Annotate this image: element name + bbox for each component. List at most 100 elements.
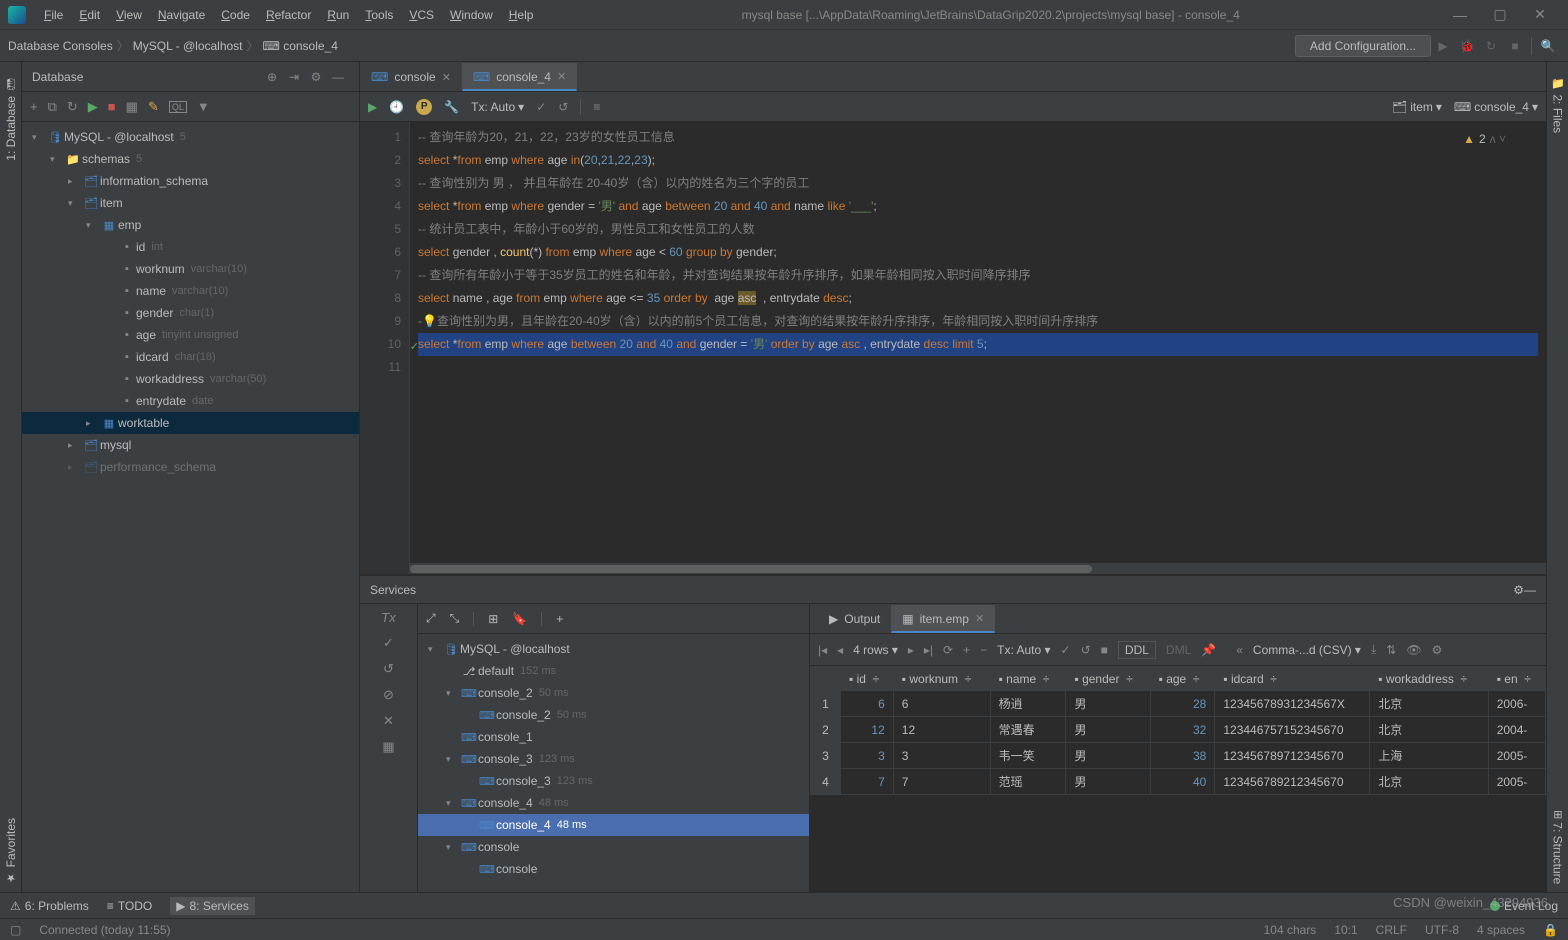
- tree-row[interactable]: ▸▦worktable: [22, 412, 359, 434]
- stop-db-icon[interactable]: ■: [108, 99, 116, 114]
- column-header[interactable]: ▪ name ÷: [990, 667, 1066, 691]
- menu-file[interactable]: File: [36, 4, 71, 26]
- add-row-icon[interactable]: +: [963, 643, 970, 657]
- tree-row[interactable]: ▪idint: [22, 236, 359, 258]
- schema-combo[interactable]: 🗂 item ▾: [1392, 100, 1442, 114]
- bookmark-icon[interactable]: 🔖: [512, 612, 527, 626]
- structure-tool-tab[interactable]: ⊞ 7: Structure: [1549, 802, 1567, 892]
- refresh-icon[interactable]: ↻: [67, 99, 78, 115]
- breadcrumb-item[interactable]: Database Consoles: [8, 39, 113, 53]
- menu-run[interactable]: Run: [319, 4, 357, 26]
- column-header[interactable]: ▪ idcard ÷: [1215, 667, 1370, 691]
- tree-row[interactable]: ▪idcardchar(18): [22, 346, 359, 368]
- service-tree-row[interactable]: ▾⌨console: [418, 836, 809, 858]
- favorites-tool-tab[interactable]: ★ Favorites: [2, 810, 20, 892]
- result-tab[interactable]: ▶Output: [818, 605, 891, 633]
- history-icon[interactable]: 🕘: [389, 100, 404, 114]
- rerun-icon[interactable]: ↻: [1479, 39, 1503, 53]
- editor-tab[interactable]: ⌨console✕: [360, 63, 462, 91]
- tree-row[interactable]: ▾▦emp: [22, 214, 359, 236]
- result-tx-combo[interactable]: Tx: Auto ▾: [997, 643, 1050, 657]
- problems-tab[interactable]: ⚠ 6: Problems: [10, 899, 89, 913]
- menu-vcs[interactable]: VCS: [401, 4, 442, 26]
- reload-icon[interactable]: ⟳: [943, 643, 953, 657]
- collapse-all-icon[interactable]: ⤡: [450, 611, 460, 626]
- editor-tab[interactable]: ⌨console_4✕: [462, 63, 577, 91]
- tree-row[interactable]: ▾🛢MySQL - @localhost5: [22, 126, 359, 148]
- collapse-icon[interactable]: ⇥: [283, 70, 305, 84]
- service-tree-row[interactable]: ▾⌨console_3123 ms: [418, 748, 809, 770]
- view-icon[interactable]: 👁: [1406, 643, 1421, 657]
- close-button[interactable]: ✕: [1520, 6, 1560, 23]
- pin-icon[interactable]: 📌: [1201, 643, 1216, 657]
- menu-window[interactable]: Window: [442, 4, 501, 26]
- status-lock-icon[interactable]: 🔒: [1543, 923, 1558, 937]
- group-icon[interactable]: ⊞: [488, 612, 498, 626]
- service-tree-row[interactable]: ⌨console_1: [418, 726, 809, 748]
- service-tree-row[interactable]: ▾🛢MySQL - @localhost: [418, 638, 809, 660]
- prev-page-icon[interactable]: ◂: [837, 643, 843, 657]
- column-header[interactable]: ▪ workaddress ÷: [1370, 667, 1488, 691]
- add-configuration-button[interactable]: Add Configuration...: [1295, 35, 1431, 57]
- result-commit-icon[interactable]: ✓: [1061, 643, 1071, 657]
- service-tree-row[interactable]: ⌨console_448 ms: [418, 814, 809, 836]
- status-crlf[interactable]: CRLF: [1376, 923, 1407, 937]
- tree-row[interactable]: ▪namevarchar(10): [22, 280, 359, 302]
- tree-row[interactable]: ▾📁schemas5: [22, 148, 359, 170]
- table-row[interactable]: 166杨逍男2812345678931234567X北京2006-: [811, 691, 1546, 717]
- tx-mode-combo[interactable]: Tx: Auto ▾: [471, 100, 524, 114]
- menu-edit[interactable]: Edit: [71, 4, 108, 26]
- menu-view[interactable]: View: [108, 4, 150, 26]
- services-tab[interactable]: ▶ 8: Services: [170, 897, 255, 915]
- first-page-icon[interactable]: |◂: [818, 643, 827, 657]
- result-tab[interactable]: ▦item.emp✕: [891, 605, 995, 633]
- tree-row[interactable]: ▸🗂performance_schema: [22, 456, 359, 478]
- format-icon[interactable]: ≡: [593, 100, 600, 114]
- tree-row[interactable]: ▾🗂item: [22, 192, 359, 214]
- tree-row[interactable]: ▪entrydatedate: [22, 390, 359, 412]
- svc-rollback-icon[interactable]: ↺: [383, 661, 394, 677]
- session-combo[interactable]: ⌨ console_4 ▾: [1454, 100, 1538, 114]
- ddl-button[interactable]: DDL: [1118, 641, 1156, 659]
- tree-row[interactable]: ▸🗂information_schema: [22, 170, 359, 192]
- menu-refactor[interactable]: Refactor: [258, 4, 319, 26]
- rollback-icon[interactable]: ↺: [558, 100, 568, 114]
- commit-icon[interactable]: ✓: [536, 100, 546, 114]
- execute-icon[interactable]: ▶: [88, 99, 98, 115]
- svc-commit-icon[interactable]: ✓: [383, 635, 394, 651]
- todo-tab[interactable]: ≡ TODO: [107, 899, 152, 913]
- search-icon[interactable]: 🔍: [1536, 39, 1560, 53]
- menu-code[interactable]: Code: [213, 4, 258, 26]
- service-tree-row[interactable]: ⌨console_250 ms: [418, 704, 809, 726]
- status-box-icon[interactable]: ▢: [10, 923, 21, 937]
- services-hide-icon[interactable]: —: [1524, 583, 1536, 597]
- code-editor[interactable]: 12345678910✓11 ▲2 ʌ ˅ -- 查询年龄为20，21，22，2…: [360, 122, 1546, 574]
- add-icon[interactable]: +: [30, 99, 38, 114]
- table-row[interactable]: 477范瑶男40123456789212345670北京2005-: [811, 769, 1546, 795]
- database-tree[interactable]: ▾🛢MySQL - @localhost5▾📁schemas5▸🗂informa…: [22, 122, 359, 892]
- services-tree[interactable]: ▾🛢MySQL - @localhost⎇default152 ms▾⌨cons…: [418, 634, 809, 892]
- horizontal-scrollbar[interactable]: [410, 562, 1546, 574]
- column-header[interactable]: ▪ en ÷: [1488, 667, 1545, 691]
- target-icon[interactable]: ⊕: [261, 70, 283, 84]
- inspection-badge[interactable]: ▲2 ʌ ˅: [1463, 128, 1506, 151]
- table-row[interactable]: 21212常遇春男32123446757152345670北京2004-: [811, 717, 1546, 743]
- breadcrumb-item[interactable]: ⌨ console_4: [263, 39, 338, 53]
- service-tree-row[interactable]: ▾⌨console_250 ms: [418, 682, 809, 704]
- status-indent[interactable]: 4 spaces: [1477, 923, 1525, 937]
- column-header[interactable]: ▪ age ÷: [1150, 667, 1215, 691]
- result-stop-icon[interactable]: ■: [1101, 643, 1108, 657]
- edit-icon[interactable]: ✎: [148, 99, 159, 115]
- tree-row[interactable]: ▸🗂mysql: [22, 434, 359, 456]
- service-tree-row[interactable]: ⌨console_3123 ms: [418, 770, 809, 792]
- menu-navigate[interactable]: Navigate: [150, 4, 213, 26]
- tree-row[interactable]: ▪genderchar(1): [22, 302, 359, 324]
- svc-cancel-icon[interactable]: ⊘: [383, 687, 394, 703]
- explain-icon[interactable]: P: [416, 99, 432, 115]
- close-tab-icon[interactable]: ✕: [442, 71, 451, 84]
- settings-icon[interactable]: ⚙: [305, 70, 327, 84]
- result-rollback-icon[interactable]: ↺: [1081, 643, 1091, 657]
- svc-grid-icon[interactable]: ▦: [382, 739, 394, 755]
- next-page-icon[interactable]: ▸: [908, 643, 914, 657]
- table-row[interactable]: 333韦一笑男38123456789712345670上海2005-: [811, 743, 1546, 769]
